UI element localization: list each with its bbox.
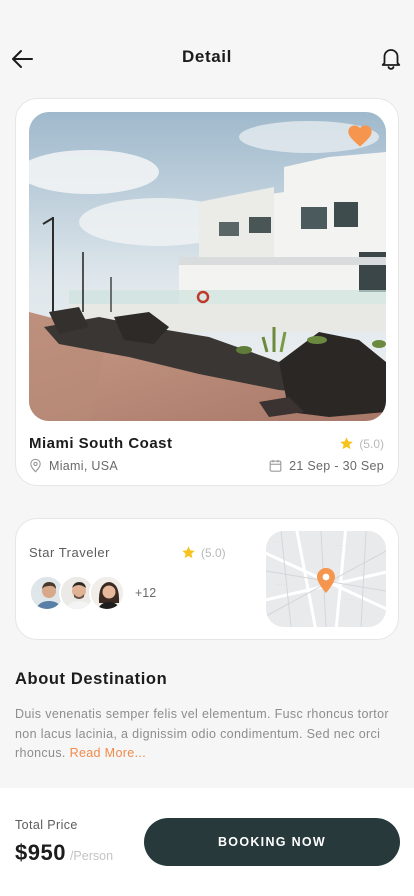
notification-button[interactable] bbox=[378, 45, 404, 71]
heart-icon bbox=[348, 125, 372, 147]
location-text: Miami, USA bbox=[49, 458, 118, 473]
map-thumbnail[interactable]: · · · · · · · · · · · · · · · · · bbox=[266, 531, 386, 627]
destination-location: Miami, USA bbox=[28, 458, 118, 473]
destination-card[interactable]: Miami South Coast (5.0) Miami, USA 21 Se… bbox=[15, 98, 399, 486]
svg-text:· · · ·: · · · · bbox=[344, 597, 353, 602]
star-icon bbox=[182, 546, 195, 559]
avatar bbox=[89, 575, 125, 611]
rating-value: (5.0) bbox=[359, 436, 384, 451]
page-title: Detail bbox=[182, 47, 232, 66]
calendar-icon bbox=[269, 459, 282, 472]
svg-text:· · · ·: · · · · bbox=[276, 582, 285, 587]
price-unit: /Person bbox=[69, 849, 114, 863]
more-travelers-count: +12 bbox=[135, 586, 157, 600]
destination-dates: 21 Sep - 30 Sep bbox=[268, 458, 384, 473]
star-icon bbox=[340, 437, 354, 450]
svg-text:· · · ·: · · · · bbox=[274, 539, 283, 544]
bell-icon bbox=[381, 49, 401, 70]
price-value: $950 bbox=[15, 840, 66, 865]
about-description: Duis venenatis semper felis vel elementu… bbox=[15, 705, 400, 764]
rating-value: (5.0) bbox=[201, 545, 226, 560]
destination-rating: (5.0) bbox=[339, 436, 384, 451]
booking-button[interactable]: BOOKING NOW bbox=[144, 818, 400, 866]
traveler-card[interactable]: Star Traveler (5.0) +12 · · · · · · · · … bbox=[15, 518, 399, 640]
about-title: About Destination bbox=[15, 670, 168, 688]
header: Detail bbox=[0, 0, 414, 96]
svg-text:· · · · ·: · · · · · bbox=[336, 543, 347, 548]
dates-text: 21 Sep - 30 Sep bbox=[289, 458, 384, 473]
traveler-avatars[interactable]: +12 bbox=[29, 575, 156, 611]
location-pin-icon bbox=[30, 458, 41, 473]
destination-name: Miami South Coast bbox=[29, 435, 173, 452]
traveler-title: Star Traveler bbox=[29, 545, 110, 560]
total-price-label: Total Price bbox=[15, 818, 78, 832]
traveler-rating: (5.0) bbox=[181, 545, 226, 560]
read-more-link[interactable]: Read More... bbox=[70, 746, 146, 760]
favorite-button[interactable] bbox=[346, 122, 374, 150]
price-row: $950 /Person bbox=[15, 840, 113, 866]
bottom-bar: Total Price $950 /Person BOOKING NOW bbox=[0, 788, 414, 896]
destination-photo bbox=[29, 112, 386, 421]
